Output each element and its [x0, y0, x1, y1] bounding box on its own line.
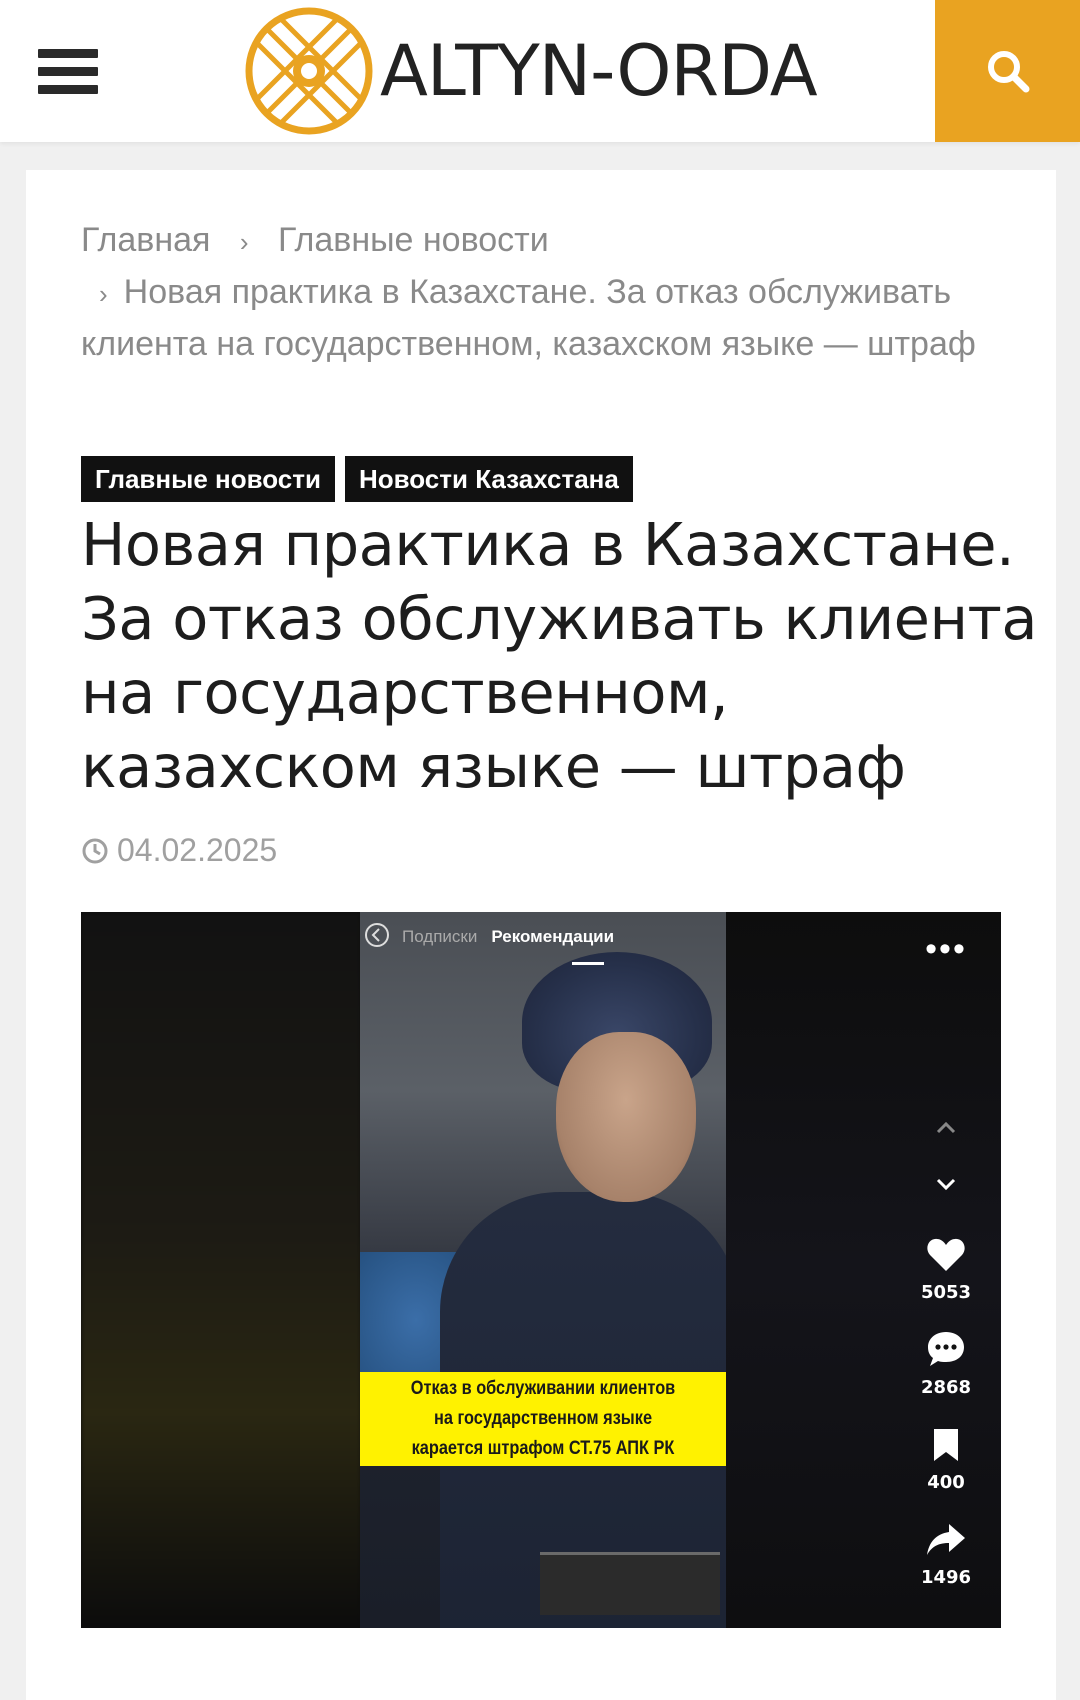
article-date: 04.02.2025 — [81, 832, 277, 869]
site-logo[interactable]: ALTYN-ORDA — [244, 6, 818, 136]
video-scene-box — [540, 1552, 720, 1615]
bookmark-icon — [934, 1429, 958, 1461]
breadcrumb-separator-icon: › — [99, 279, 108, 309]
article-video[interactable]: Подписки Рекомендации Отказ в обслуживан… — [81, 912, 1001, 1628]
article-date-text: 04.02.2025 — [117, 832, 278, 868]
chevron-down-icon[interactable] — [916, 1170, 976, 1205]
comment-icon — [928, 1332, 964, 1366]
breadcrumb: Главная › Главные новости › Новая практик… — [81, 215, 1031, 369]
video-frame: Подписки Рекомендации Отказ в обслуживан… — [360, 912, 726, 1628]
tag-main-news[interactable]: Главные новости — [81, 456, 335, 502]
article-card: Главная › Главные новости › Новая практик… — [26, 170, 1056, 1700]
video-caption-line: на государственном языке — [433, 1408, 653, 1429]
search-icon — [987, 51, 1029, 93]
video-caption: Отказ в обслуживании клиентов на государ… — [360, 1372, 726, 1466]
back-icon[interactable] — [364, 922, 390, 948]
video-tab-recommendations[interactable]: Рекомендации — [491, 927, 614, 947]
save-count: 400 — [927, 1472, 965, 1493]
article-tags: Главные новости Новости Казахстана — [81, 456, 633, 502]
comment-button[interactable]: 2868 — [916, 1330, 976, 1398]
comment-count: 2868 — [920, 1377, 972, 1398]
video-scene-face — [556, 1032, 696, 1202]
logo-text: ALTYN-ORDA — [380, 30, 818, 112]
hamburger-menu-icon[interactable] — [38, 0, 108, 142]
breadcrumb-home-link[interactable]: Главная — [81, 221, 210, 259]
video-side-actions: ••• 5053 2868 400 1496 — [916, 912, 976, 1628]
search-button[interactable] — [935, 0, 1080, 142]
article-title: Новая практика в Казахстане. За отказ об… — [81, 510, 1038, 801]
breadcrumb-separator-icon: › — [239, 227, 249, 257]
share-icon — [927, 1524, 965, 1555]
video-blurred-background — [81, 912, 361, 1628]
video-tab-indicator — [572, 962, 604, 965]
tag-kazakhstan-news[interactable]: Новости Казахстана — [344, 456, 633, 502]
more-options-icon[interactable]: ••• — [916, 932, 976, 966]
like-count: 5053 — [920, 1282, 972, 1303]
video-tab-subscriptions[interactable]: Подписки — [402, 927, 477, 947]
breadcrumb-current: Новая практика в Казахстане. За отказ об… — [81, 273, 976, 363]
like-button[interactable]: 5053 — [916, 1237, 976, 1303]
chevron-up-icon[interactable] — [916, 1112, 976, 1147]
altyn-orda-logo-icon — [245, 7, 373, 135]
site-header: ALTYN-ORDA — [0, 0, 1080, 142]
share-count: 1496 — [920, 1567, 972, 1588]
save-button[interactable]: 400 — [916, 1427, 976, 1493]
video-caption-line: Отказ в обслуживании клиентов — [410, 1378, 676, 1399]
heart-icon — [927, 1238, 965, 1271]
breadcrumb-section-link[interactable]: Главные новости — [278, 221, 549, 259]
share-button[interactable]: 1496 — [916, 1522, 976, 1588]
clock-icon — [82, 838, 108, 863]
video-caption-line: карается штрафом СТ.75 АПК РК — [411, 1438, 675, 1459]
video-top-tabs: Подписки Рекомендации — [360, 912, 726, 962]
